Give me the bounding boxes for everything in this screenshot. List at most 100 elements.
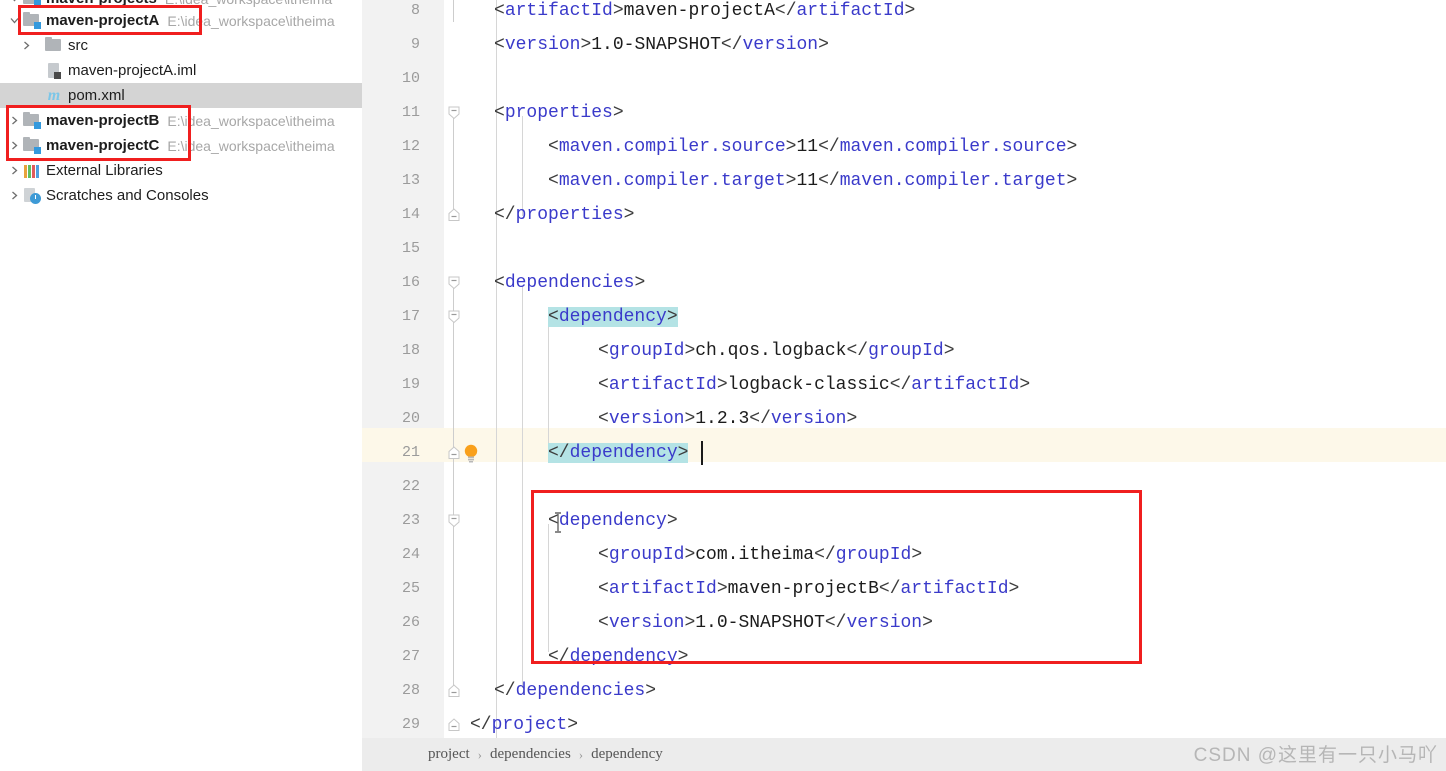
fold-end-icon[interactable] [446,207,462,223]
code-text[interactable]: </dependency> [548,640,688,674]
line-number: 23 [401,512,420,529]
code-line[interactable]: 23 <dependency> [362,504,1446,538]
fold-minus-icon[interactable] [446,275,462,291]
code-text[interactable]: <artifactId>maven-projectA</artifactId> [494,0,915,28]
fold-minus-icon[interactable] [446,513,462,529]
code-text[interactable]: <groupId>com.itheima</groupId> [598,538,922,572]
breadcrumb-item-dependency[interactable]: dependency [587,746,667,763]
line-number: 26 [401,614,420,631]
code-line[interactable]: 9 <version>1.0-SNAPSHOT</version> [362,28,1446,62]
line-number: 9 [410,36,420,53]
tree-item-label: maven-projectB [46,112,160,129]
tree-row-src[interactable]: src [0,33,362,58]
line-number: 29 [401,716,420,733]
code-text[interactable]: <maven.compiler.target>11</maven.compile… [548,164,1077,198]
chevron-right-icon[interactable] [6,158,22,183]
fold-minus-icon[interactable] [446,105,462,121]
line-number: 12 [401,138,420,155]
code-line-current[interactable]: 21 </dependency> [362,436,1446,470]
tree-row-scratches-and-consoles[interactable]: Scratches and Consoles [0,183,362,208]
chevron-right-icon[interactable] [6,108,22,133]
code-text[interactable]: </dependency> [548,436,689,470]
line-number: 15 [401,240,420,257]
tree-row-maven-projectA[interactable]: maven-projectA E:\idea_workspace\itheima [0,8,362,33]
project-tool-window[interactable]: maven-projects E:\idea_workspace\itheima… [0,0,363,771]
line-number: 27 [401,648,420,665]
tree-row-pom-xml[interactable]: m pom.xml [0,83,362,108]
code-line[interactable]: 29 </project> [362,708,1446,742]
code-text[interactable]: <groupId>ch.qos.logback</groupId> [598,334,955,368]
code-line[interactable]: 8 <artifactId>maven-projectA</artifactId… [362,0,1446,28]
breadcrumb-separator-icon: › [477,746,482,762]
code-text[interactable]: <properties> [494,96,624,130]
code-text[interactable]: <dependencies> [494,266,645,300]
tree-row-maven-projectC[interactable]: maven-projectC E:\idea_workspace\itheima [0,133,362,158]
code-text[interactable]: </project> [470,708,578,742]
code-editor[interactable]: 8 <artifactId>maven-projectA</artifactId… [362,0,1446,771]
line-number: 28 [401,682,420,699]
code-line[interactable]: 18 <groupId>ch.qos.logback</groupId> [362,334,1446,368]
intention-bulb-icon[interactable] [462,443,480,463]
code-line[interactable]: 28 </dependencies> [362,674,1446,708]
code-line[interactable]: 10 [362,62,1446,96]
code-text[interactable]: <version>1.2.3</version> [598,402,857,436]
module-icon [22,108,42,133]
code-text[interactable]: <version>1.0-SNAPSHOT</version> [494,28,829,62]
line-number: 17 [401,308,420,325]
code-text[interactable]: <artifactId>maven-projectB</artifactId> [598,572,1019,606]
tree-item-label: Scratches and Consoles [46,187,209,204]
code-line[interactable]: 24 <groupId>com.itheima</groupId> [362,538,1446,572]
code-text[interactable]: <version>1.0-SNAPSHOT</version> [598,606,933,640]
chevron-right-icon[interactable] [6,133,22,158]
fold-end-icon[interactable] [446,683,462,699]
line-number: 25 [401,580,420,597]
line-number: 10 [401,70,420,87]
tree-item-path: E:\idea_workspace\itheima [167,137,335,154]
code-text[interactable]: <maven.compiler.source>11</maven.compile… [548,130,1077,164]
code-line[interactable]: 16 <dependencies> [362,266,1446,300]
tree-item-label: maven-projects [46,0,157,7]
fold-end-icon[interactable] [446,717,462,733]
code-line[interactable]: 12 <maven.compiler.source>11</maven.comp… [362,130,1446,164]
code-line[interactable]: 27 </dependency> [362,640,1446,674]
fold-minus-icon[interactable] [446,309,462,325]
fold-end-icon[interactable] [446,445,462,461]
code-text[interactable]: <dependency> [548,300,678,334]
line-number: 19 [401,376,420,393]
tree-row-iml-file[interactable]: maven-projectA.iml [0,58,362,83]
code-line[interactable]: 17 <dependency> [362,300,1446,334]
code-line[interactable]: 15 [362,232,1446,266]
chevron-right-icon[interactable] [18,33,34,58]
code-text[interactable]: </dependencies> [494,674,656,708]
breadcrumb-separator-icon: › [578,746,584,762]
line-number: 8 [410,2,420,19]
module-icon [22,133,42,158]
code-text[interactable]: <artifactId>logback-classic</artifactId> [598,368,1030,402]
code-line[interactable]: 22 [362,470,1446,504]
tree-item-label: maven-projectA.iml [68,62,197,79]
tree-row-external-libraries[interactable]: External Libraries [0,158,362,183]
code-line[interactable]: 26 <version>1.0-SNAPSHOT</version> [362,606,1446,640]
line-number: 13 [401,172,420,189]
code-line[interactable]: 11 <properties> [362,96,1446,130]
chevron-down-icon[interactable] [6,8,22,33]
chevron-right-icon[interactable] [6,183,22,208]
tree-item-label: src [68,37,88,54]
tree-item-path: E:\idea_workspace\itheima [167,12,335,29]
tree-item-path: E:\idea_workspace\itheima [165,0,332,7]
code-line[interactable]: 13 <maven.compiler.target>11</maven.comp… [362,164,1446,198]
maven-pom-icon: m [47,86,61,104]
breadcrumb-item-project[interactable]: project [424,746,474,763]
line-number: 11 [401,104,420,121]
code-text[interactable]: </properties> [494,198,634,232]
code-line[interactable]: 19 <artifactId>logback-classic</artifact… [362,368,1446,402]
breadcrumb-item-dependencies[interactable]: dependencies [486,746,575,763]
code-line[interactable]: 14 </properties> [362,198,1446,232]
line-number: 22 [401,478,420,495]
code-line[interactable]: 25 <artifactId>maven-projectB</artifactI… [362,572,1446,606]
spacer-icon [18,58,34,83]
tree-row-maven-projectB[interactable]: maven-projectB E:\idea_workspace\itheima [0,108,362,133]
code-text[interactable]: <dependency> [548,504,678,538]
line-number: 21 [401,444,420,461]
code-line[interactable]: 20 <version>1.2.3</version> [362,402,1446,436]
